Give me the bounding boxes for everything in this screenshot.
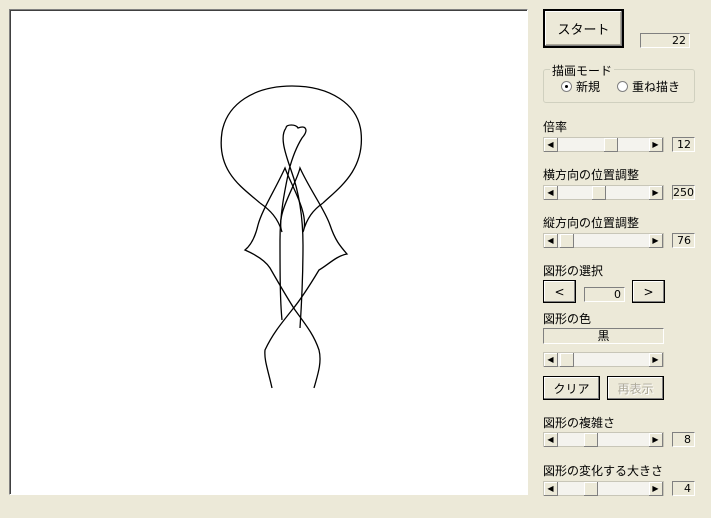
scroll-right-icon[interactable]: ▶ (649, 482, 663, 496)
drawing-mode-title: 描画モード (550, 62, 615, 79)
scale-value: 12 (672, 137, 695, 152)
vpos-label: 縦方向の位置調整 (543, 216, 640, 230)
shape-prev-button[interactable]: < (543, 280, 576, 303)
drawing-canvas[interactable] (9, 9, 528, 495)
scroll-left-icon[interactable]: ◀ (544, 353, 558, 367)
scroll-right-icon[interactable]: ▶ (649, 353, 663, 367)
variation-value: 4 (672, 481, 695, 496)
start-button[interactable]: スタート (543, 9, 624, 48)
radio-unselected-icon (617, 81, 628, 92)
scale-label: 倍率 (543, 120, 568, 134)
variation-scrollbar[interactable]: ◀ ▶ (543, 481, 664, 496)
color-scrollbar[interactable]: ◀ ▶ (543, 352, 664, 367)
mode-overlay-label: 重ね描き (632, 80, 681, 94)
figure-drawing (220, 85, 362, 389)
mode-radio-overlay[interactable]: 重ね描き (617, 78, 680, 95)
variation-thumb[interactable] (584, 482, 598, 496)
clear-button[interactable]: クリア (543, 376, 600, 400)
color-label: 図形の色 (543, 312, 592, 326)
hpos-scrollbar[interactable]: ◀ ▶ (543, 185, 664, 200)
complexity-label: 図形の複雑さ (543, 416, 616, 430)
vpos-thumb[interactable] (560, 234, 574, 248)
complexity-thumb[interactable] (584, 433, 598, 447)
figure-left-strand (259, 165, 349, 389)
color-thumb[interactable] (560, 353, 574, 367)
scroll-right-icon[interactable]: ▶ (649, 186, 663, 200)
color-display: 黒 (543, 328, 664, 344)
shape-select-label: 図形の選択 (543, 264, 604, 278)
variation-label: 図形の変化する大きさ (543, 464, 664, 478)
scroll-left-icon[interactable]: ◀ (544, 186, 558, 200)
mode-radio-new[interactable]: 新規 (561, 78, 600, 95)
scroll-right-icon[interactable]: ▶ (649, 433, 663, 447)
figure-head-outline (220, 85, 362, 204)
complexity-value: 8 (672, 432, 695, 447)
hpos-thumb[interactable] (592, 186, 606, 200)
scale-scrollbar[interactable]: ◀ ▶ (543, 137, 664, 152)
complexity-scrollbar[interactable]: ◀ ▶ (543, 432, 664, 447)
scroll-left-icon[interactable]: ◀ (544, 234, 558, 248)
counter-display: 22 (640, 33, 690, 48)
scroll-right-icon[interactable]: ▶ (649, 234, 663, 248)
scroll-left-icon[interactable]: ◀ (544, 433, 558, 447)
hpos-label: 横方向の位置調整 (543, 168, 640, 182)
scroll-right-icon[interactable]: ▶ (649, 138, 663, 152)
scroll-left-icon[interactable]: ◀ (544, 138, 558, 152)
scroll-left-icon[interactable]: ◀ (544, 482, 558, 496)
mode-new-label: 新規 (576, 80, 601, 94)
radio-selected-icon (561, 81, 572, 92)
shape-next-button[interactable]: > (632, 280, 665, 303)
scale-thumb[interactable] (604, 138, 618, 152)
redraw-button[interactable]: 再表示 (607, 376, 664, 400)
vpos-scrollbar[interactable]: ◀ ▶ (543, 233, 664, 248)
vpos-value: 76 (672, 233, 695, 248)
hpos-value: 250 (672, 185, 695, 200)
shape-index-display: 0 (584, 287, 625, 302)
